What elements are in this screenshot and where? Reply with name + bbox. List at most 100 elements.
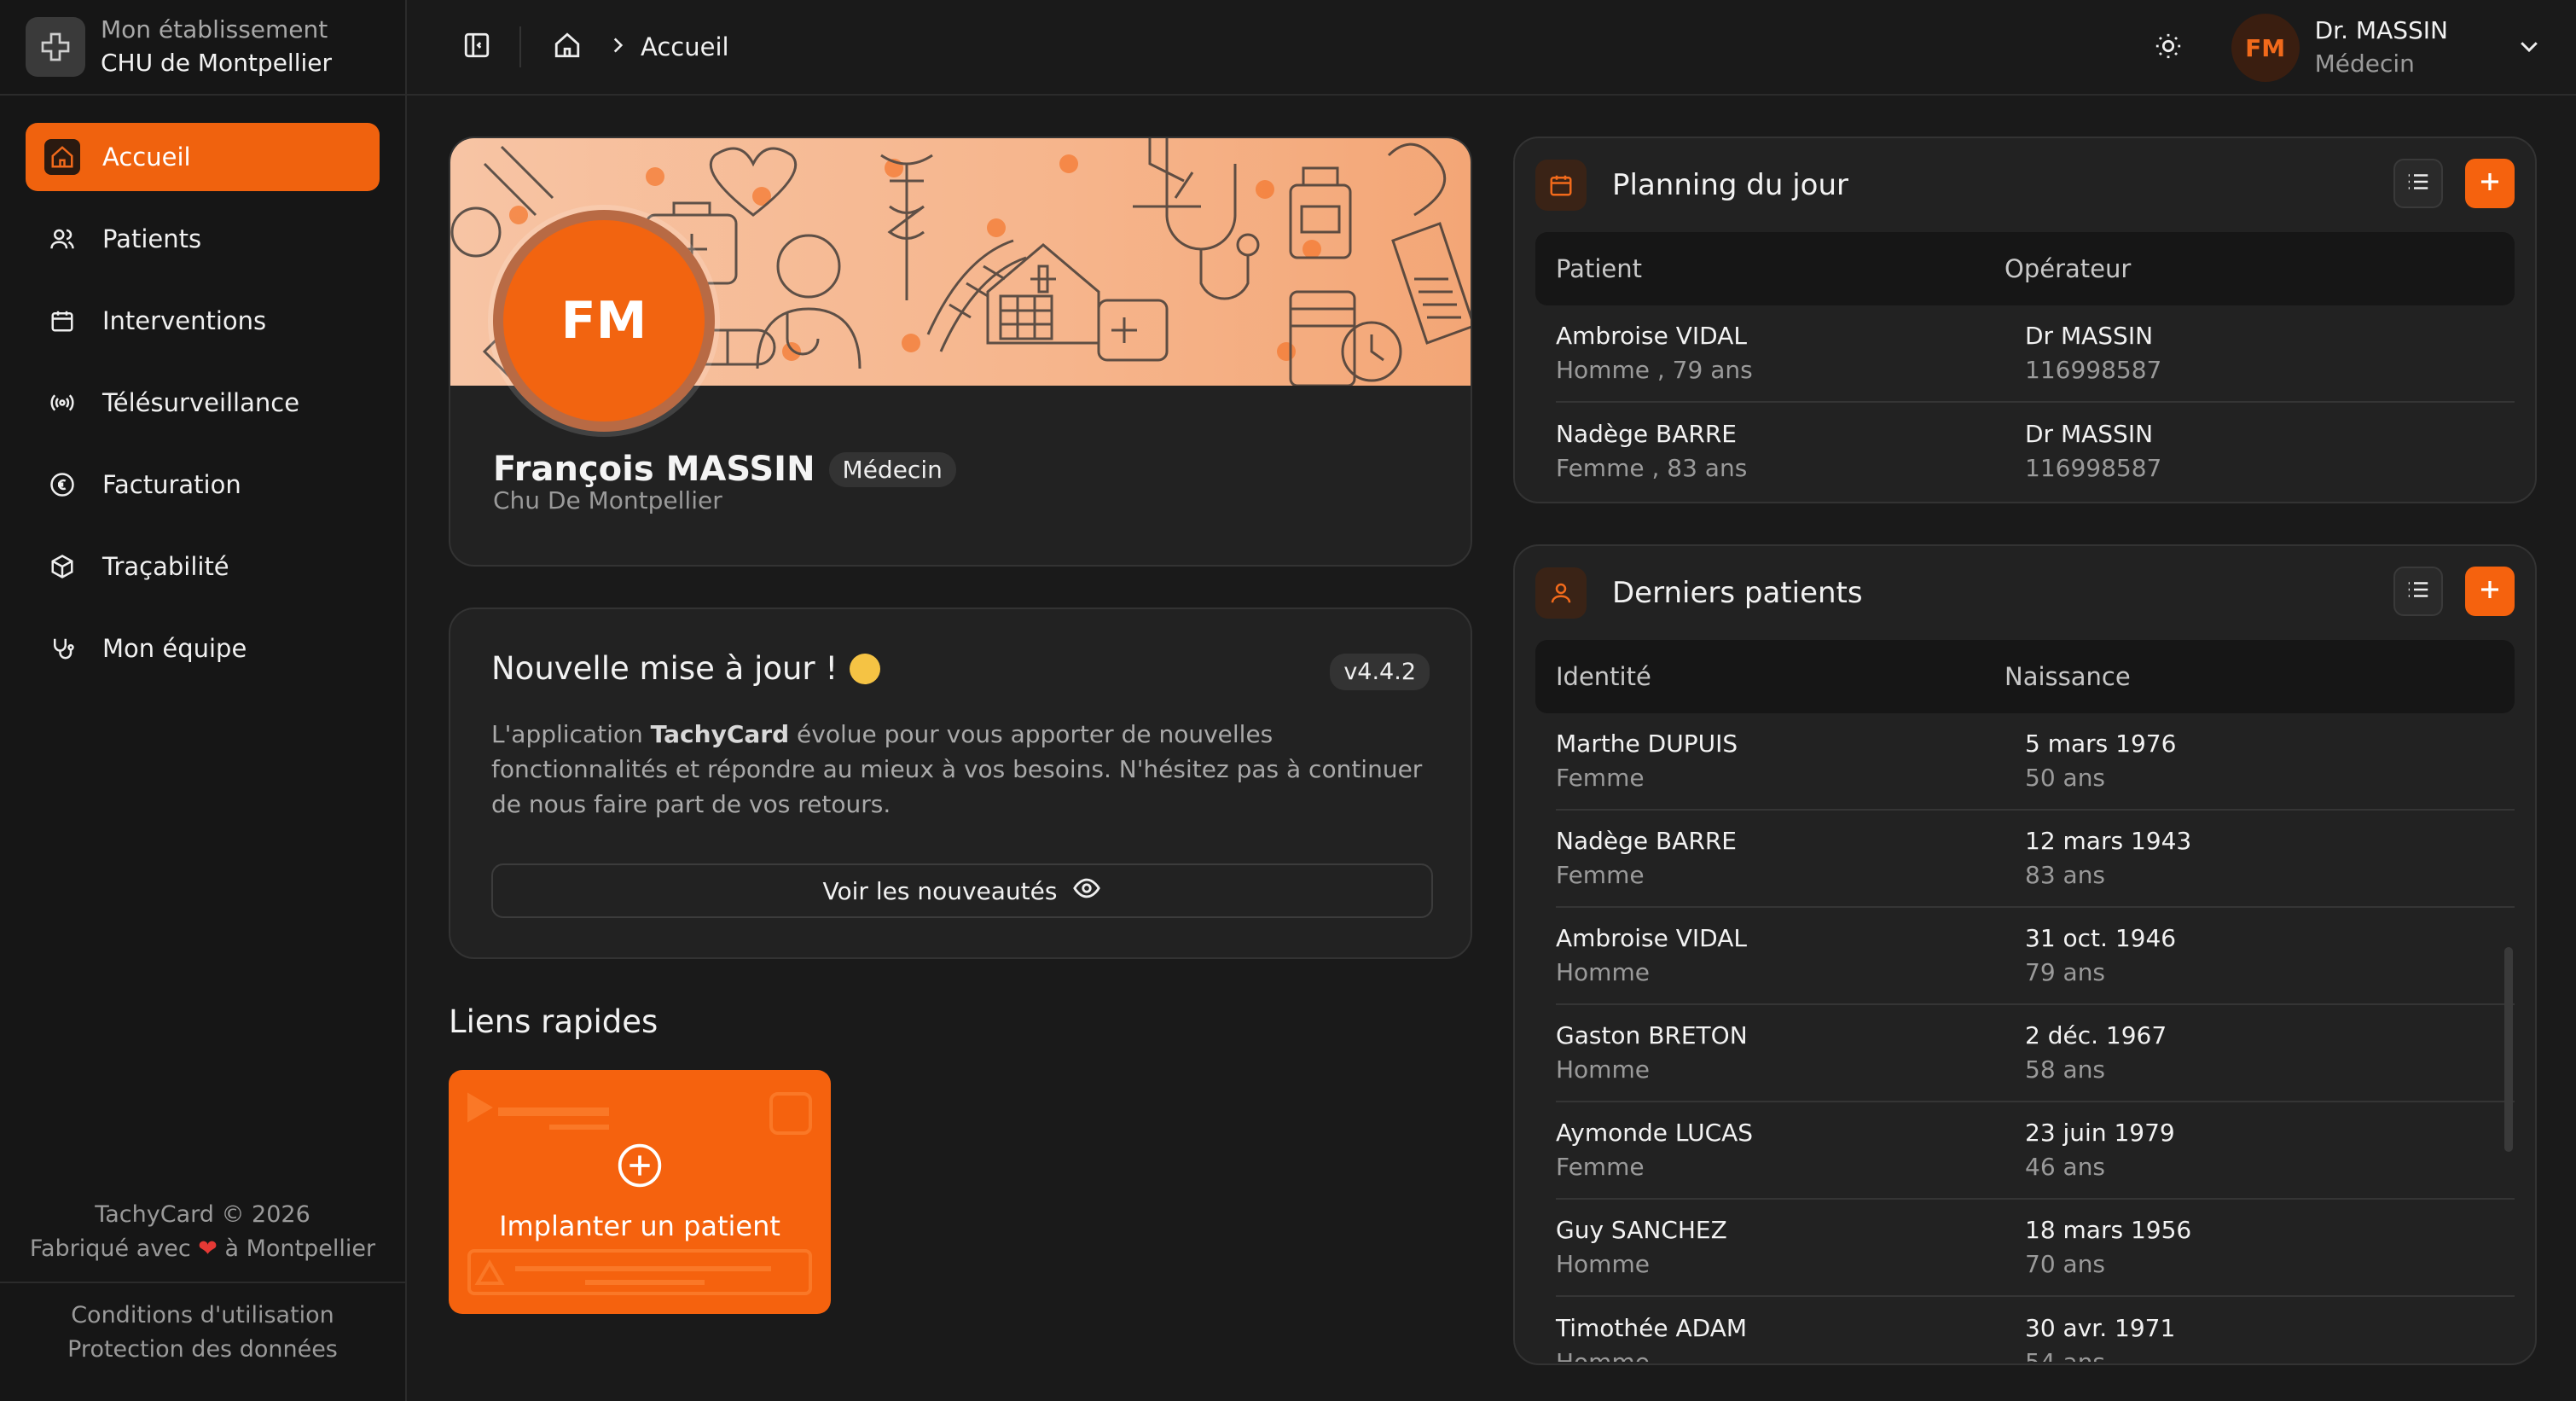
planning-header: Planning du jour [1515, 138, 2535, 232]
plus-icon [2477, 169, 2503, 198]
sidebar-footer: TachyCard © 2026 Fabriqué avec ❤ à Montp… [0, 1198, 405, 1401]
profile-name: François MASSIN [493, 450, 815, 489]
patient-age: 54 ans [2025, 1346, 2175, 1362]
birth-date: 23 juin 1979 [2025, 1119, 2175, 1147]
patient-age: 79 ans [2025, 958, 2106, 986]
plus-icon [2477, 577, 2503, 606]
col-birth: Naissance [2005, 662, 2131, 691]
sidebar-item-label: Traçabilité [102, 552, 229, 581]
patient-name: Ambroise VIDAL [1556, 924, 1747, 952]
table-row[interactable]: Timothée ADAM Homme 30 avr. 1971 54 ans [1556, 1297, 2515, 1362]
sidebar-item-label: Facturation [102, 470, 241, 499]
birth-date: 5 mars 1976 [2025, 730, 2177, 758]
update-text-pre: L'application [491, 720, 651, 748]
sidebar-item-interventions[interactable]: Interventions [26, 287, 380, 355]
table-row[interactable]: Ambroise VIDAL Homme , 79 ans Dr MASSIN 11… [1556, 305, 2515, 403]
recent-patients-panel: Derniers patients Identité Naissance Mar… [1513, 544, 2537, 1365]
breadcrumb-home-button[interactable] [543, 23, 591, 71]
broadcast-icon [44, 385, 80, 421]
birth-date: 12 mars 1943 [2025, 827, 2192, 855]
table-row[interactable]: Gaston BRETON Homme 2 déc. 1967 58 ans [1556, 1005, 2515, 1102]
patient-age: 70 ans [2025, 1250, 2106, 1278]
chevron-down-icon[interactable] [2516, 33, 2542, 62]
made-with-post: à Montpellier [224, 1235, 376, 1262]
table-row[interactable]: Nadège BARRE Femme 12 mars 1943 83 ans [1556, 811, 2515, 908]
user-name: Dr. MASSIN [2314, 16, 2448, 44]
table-row[interactable]: Ambroise VIDAL Homme 31 oct. 1946 79 ans [1556, 908, 2515, 1005]
table-row[interactable]: Guy SANCHEZ Homme 18 mars 1956 70 ans [1556, 1200, 2515, 1297]
sidebar-item-telesurveillance[interactable]: Télésurveillance [26, 369, 380, 437]
calendar-icon [1535, 160, 1587, 211]
eye-icon [1072, 874, 1101, 909]
heart-icon: ❤ [198, 1235, 218, 1262]
table-row[interactable]: Marthe DUPUIS Femme 5 mars 1976 50 ans [1556, 713, 2515, 811]
planning-add-button[interactable] [2465, 159, 2515, 208]
sidebar-item-label: Télésurveillance [102, 388, 300, 417]
sidebar-item-patients[interactable]: Patients [26, 205, 380, 273]
avatar[interactable]: FM [2231, 14, 2300, 82]
theme-toggle-button[interactable] [2144, 24, 2192, 72]
main-nav: Accueil Patients Interventions Télésurve… [0, 96, 405, 683]
birth-date: 30 avr. 1971 [2025, 1314, 2176, 1342]
recent-header: Derniers patients [1515, 546, 2535, 640]
operator-name: Dr MASSIN [2025, 420, 2154, 448]
birth-date: 31 oct. 1946 [2025, 924, 2177, 952]
toggle-sidebar-button[interactable] [453, 23, 501, 71]
user-icon [1535, 567, 1587, 619]
planning-list-button[interactable] [2393, 159, 2443, 208]
view-updates-label: Voir les nouveautés [822, 876, 1058, 905]
patient-details: Homme , 79 ans [1556, 356, 1753, 384]
patient-name: Gaston BRETON [1556, 1021, 1748, 1049]
birth-date: 2 déc. 1967 [2025, 1021, 2167, 1049]
implant-patient-label: Implanter un patient [499, 1210, 780, 1242]
establishment-name: CHU de Montpellier [101, 49, 332, 77]
sidebar-item-label: Interventions [102, 306, 267, 335]
copyright-text: TachyCard © 2026 [95, 1201, 310, 1228]
app-name: TachyCard [650, 720, 790, 748]
recent-table-header: Identité Naissance [1535, 640, 2515, 713]
sidebar-item-tracabilite[interactable]: Traçabilité [26, 532, 380, 601]
sidebar-item-facturation[interactable]: Facturation [26, 451, 380, 519]
scrollbar[interactable] [2504, 947, 2513, 1152]
patient-age: 83 ans [2025, 861, 2106, 889]
party-face-icon [850, 653, 881, 684]
topbar: Accueil FM Dr. MASSIN Médecin [407, 0, 2576, 96]
update-description: L'application TachyCard évolue pour vous… [491, 717, 1438, 822]
user-menu[interactable]: Dr. MASSIN Médecin [2315, 15, 2448, 81]
sidebar-toggle-icon [462, 31, 491, 63]
patient-sex: Homme [1556, 958, 1650, 986]
sidebar: Mon établissement CHU de Montpellier Acc… [0, 0, 407, 1401]
recent-list-button[interactable] [2393, 567, 2443, 616]
planning-actions [2393, 159, 2515, 208]
patient-name: Timothée ADAM [1556, 1314, 1748, 1342]
recent-rows[interactable]: Marthe DUPUIS Femme 5 mars 1976 50 ans Nad… [1515, 713, 2535, 1362]
update-card: Nouvelle mise à jour ! v4.4.2 L'applicat… [449, 607, 1472, 959]
patient-age: 46 ans [2025, 1153, 2106, 1181]
recent-title: Derniers patients [1612, 576, 1863, 610]
package-icon [44, 549, 80, 584]
patient-name: Marthe DUPUIS [1556, 730, 1738, 758]
copyright: TachyCard © 2026 Fabriqué avec ❤ à Montp… [0, 1198, 405, 1283]
implant-patient-button[interactable]: Implanter un patient [449, 1070, 831, 1314]
recent-add-button[interactable] [2465, 567, 2515, 616]
patient-details: Femme , 83 ans [1556, 454, 1748, 482]
patient-name: Aymonde LUCAS [1556, 1119, 1754, 1147]
table-row[interactable]: Aymonde LUCAS Femme 23 juin 1979 46 ans [1556, 1102, 2515, 1200]
patient-age: 58 ans [2025, 1055, 2106, 1084]
stethoscope-icon [44, 631, 80, 666]
sun-icon [2154, 32, 2183, 64]
medical-cross-icon [26, 17, 85, 77]
table-row[interactable]: Nadège BARRE Femme , 83 ans Dr MASSIN 1169… [1556, 403, 2515, 500]
sidebar-item-accueil[interactable]: Accueil [26, 123, 380, 191]
view-updates-button[interactable]: Voir les nouveautés [491, 863, 1433, 918]
patient-age: 50 ans [2025, 764, 2106, 792]
establishment-switcher[interactable]: Mon établissement CHU de Montpellier [0, 0, 405, 96]
terms-link[interactable]: Conditions d'utilisation [0, 1299, 405, 1333]
sidebar-item-mon-equipe[interactable]: Mon équipe [26, 614, 380, 683]
chevron-right-icon [606, 34, 629, 60]
patient-sex: Femme [1556, 764, 1645, 792]
users-icon [44, 221, 80, 257]
user-role: Médecin [2314, 49, 2415, 78]
privacy-link[interactable]: Protection des données [0, 1333, 405, 1367]
patient-name: Nadège BARRE [1556, 420, 1737, 448]
